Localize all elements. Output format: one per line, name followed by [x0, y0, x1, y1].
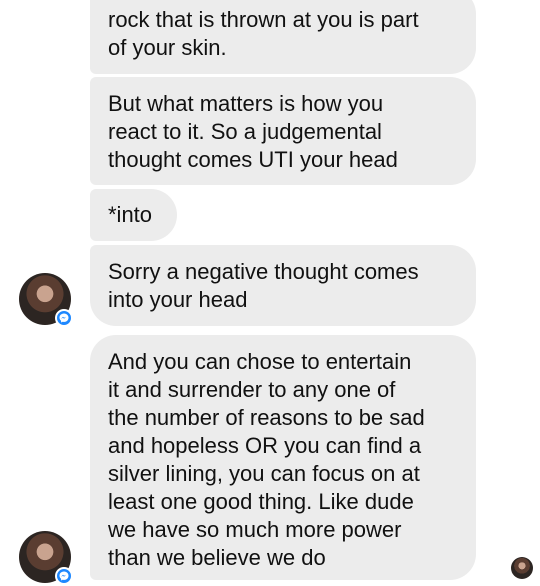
read-receipt-avatar [511, 557, 533, 579]
message-bubble[interactable]: rock that is thrown at you is part of yo… [90, 0, 476, 74]
message-bubble[interactable]: But what matters is how you react to it.… [90, 77, 476, 185]
message-bubble[interactable]: Sorry a negative thought comes into your… [90, 245, 476, 326]
messenger-icon [55, 567, 73, 585]
messenger-icon [55, 309, 73, 327]
sender-avatar[interactable] [19, 273, 73, 327]
message-bubble[interactable]: And you can chose to entertain it and su… [90, 335, 476, 580]
sender-avatar[interactable] [19, 531, 73, 585]
message-bubble[interactable]: *into [90, 189, 177, 241]
